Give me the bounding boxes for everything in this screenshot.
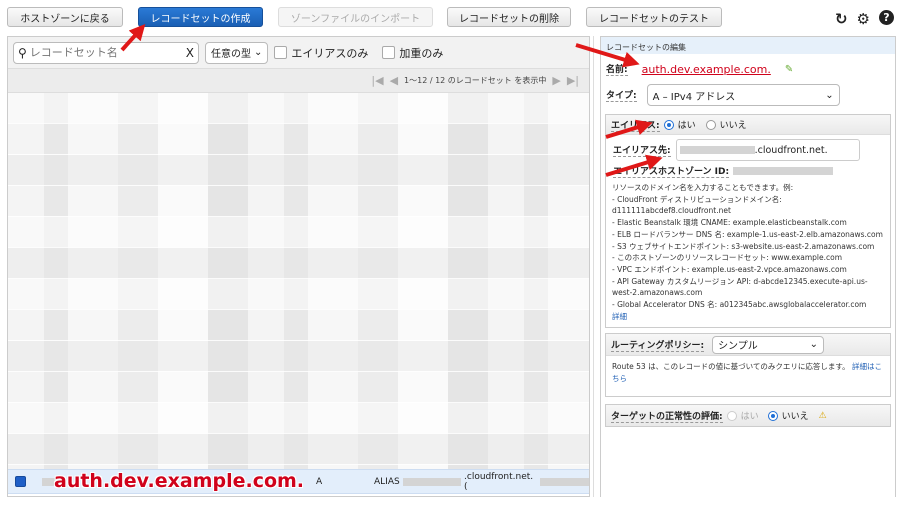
health-check-label: ターゲットの正常性の評価: xyxy=(611,409,723,423)
alias-yes-label: はい xyxy=(677,121,696,131)
row-checkbox[interactable] xyxy=(15,476,26,487)
chevron-down-icon: ⌄ xyxy=(254,47,263,58)
name-label: 名前: xyxy=(606,62,628,76)
table-row[interactable] xyxy=(8,279,589,310)
health-yes-radio[interactable] xyxy=(726,410,737,421)
table-row[interactable] xyxy=(8,155,589,186)
pencil-icon[interactable]: ✎ xyxy=(785,64,793,75)
first-page-button[interactable]: |◀ xyxy=(371,74,383,87)
table-row[interactable] xyxy=(8,341,589,372)
alias-only-checkbox[interactable]: エイリアスのみ xyxy=(274,45,368,61)
search-icon: ⚲ xyxy=(18,45,27,60)
table-row[interactable] xyxy=(8,403,589,434)
table-row[interactable] xyxy=(8,310,589,341)
type-select[interactable]: A – IPv4 アドレス ⌄ xyxy=(646,84,840,106)
alias-yes-radio[interactable] xyxy=(663,119,674,130)
alias-no-radio[interactable] xyxy=(705,119,716,130)
alias-zone-id-value xyxy=(733,167,834,175)
selected-table-row[interactable]: auth.dev.example.com. A ALIAS .cloudfront… xyxy=(8,469,589,494)
health-yes-label: はい xyxy=(740,412,759,422)
search-box[interactable]: ⚲ X xyxy=(13,41,199,64)
weighted-only-label: 加重のみ xyxy=(399,46,444,60)
type-filter-value: 任意の型 xyxy=(211,49,251,60)
panel-title: レコードセットの編集 xyxy=(601,37,895,54)
weighted-only-checkbox[interactable]: 加重のみ xyxy=(382,45,443,61)
alias-no-label: いいえ xyxy=(719,121,747,131)
routing-policy-label: ルーティングポリシー: xyxy=(611,338,705,352)
panel-divider[interactable] xyxy=(593,36,594,497)
last-page-button[interactable]: ▶| xyxy=(567,74,579,87)
record-set-table-blurred xyxy=(8,93,589,469)
clear-icon[interactable]: X xyxy=(186,46,194,60)
health-no-radio[interactable] xyxy=(767,410,778,421)
pagination-text: 1～12 / 12 のレコードセット を表示中 xyxy=(404,76,547,85)
table-row[interactable] xyxy=(8,248,589,279)
delete-record-set-button[interactable]: レコードセットの削除 xyxy=(447,7,571,27)
refresh-icon[interactable]: ↻ xyxy=(835,10,848,28)
create-record-set-button[interactable]: レコードセットの作成 xyxy=(138,7,263,27)
table-row[interactable] xyxy=(8,186,589,217)
table-row[interactable] xyxy=(8,217,589,248)
routing-help-text: Route 53 は、このレコードの値に基づいてのみクエリに応答します。 詳細は… xyxy=(612,362,882,383)
row-value: ALIAS .cloudfront.net. ( xyxy=(374,472,589,492)
alias-target-input[interactable]: .cloudfront.net. xyxy=(675,139,860,161)
type-filter-select[interactable]: 任意の型 ⌄ xyxy=(205,41,269,64)
back-to-hosted-zones-button[interactable]: ホストゾーンに戻る xyxy=(7,7,123,27)
health-check-section: ターゲットの正常性の評価: はい いいえ ⚠ xyxy=(605,404,891,427)
search-input[interactable] xyxy=(29,46,183,59)
gear-icon[interactable]: ⚙ xyxy=(857,10,870,28)
next-page-button[interactable]: ▶ xyxy=(552,74,560,87)
chevron-down-icon: ⌄ xyxy=(825,89,834,101)
record-set-list-panel: ⚲ X 任意の型⌄ エイリアスのみ 加重のみ |◀ ◀ 1～12 / 12 のレ… xyxy=(7,36,590,497)
name-value: auth.dev.example.com. xyxy=(641,62,771,76)
alias-zone-id-label: エイリアスホストゾーン ID: xyxy=(613,164,730,178)
details-link[interactable]: 詳細 xyxy=(612,312,627,321)
routing-policy-select[interactable]: シンプル ⌄ xyxy=(712,335,825,354)
routing-policy-section: ルーティングポリシー: シンプル ⌄ Route 53 は、このレコードの値に基づ… xyxy=(605,333,891,397)
pagination: |◀ ◀ 1～12 / 12 のレコードセット を表示中 ▶ ▶| xyxy=(8,69,589,93)
help-icon[interactable]: ? xyxy=(879,10,894,25)
annotation-label: auth.dev.example.com. xyxy=(54,470,305,492)
table-row[interactable] xyxy=(8,434,589,465)
table-row[interactable] xyxy=(8,372,589,403)
alias-help-text: リソースのドメイン名を入力することもできます。例: - CloudFront ディ… xyxy=(612,183,883,321)
health-no-label: いいえ xyxy=(781,412,809,422)
row-type: A xyxy=(316,476,323,487)
alias-label: エイリアス: xyxy=(611,118,660,132)
table-row[interactable] xyxy=(8,93,589,124)
import-zone-file-button[interactable]: ゾーンファイルのインポート xyxy=(278,7,433,27)
type-label: タイプ: xyxy=(606,88,637,102)
alias-section: エイリアス: はい いいえ エイリアス先: .cloudfront.net. エ… xyxy=(605,114,891,328)
prev-page-button[interactable]: ◀ xyxy=(390,74,398,87)
alias-only-label: エイリアスのみ xyxy=(291,46,369,60)
edit-record-set-panel: レコードセットの編集 名前: auth.dev.example.com. ✎ タ… xyxy=(600,36,896,497)
test-record-set-button[interactable]: レコードセットのテスト xyxy=(586,7,722,27)
alias-target-label: エイリアス先: xyxy=(613,143,671,157)
table-row[interactable] xyxy=(8,124,589,155)
chevron-down-icon: ⌄ xyxy=(809,339,819,350)
filter-bar: ⚲ X 任意の型⌄ エイリアスのみ 加重のみ xyxy=(8,37,589,69)
warning-icon: ⚠ xyxy=(818,410,827,421)
